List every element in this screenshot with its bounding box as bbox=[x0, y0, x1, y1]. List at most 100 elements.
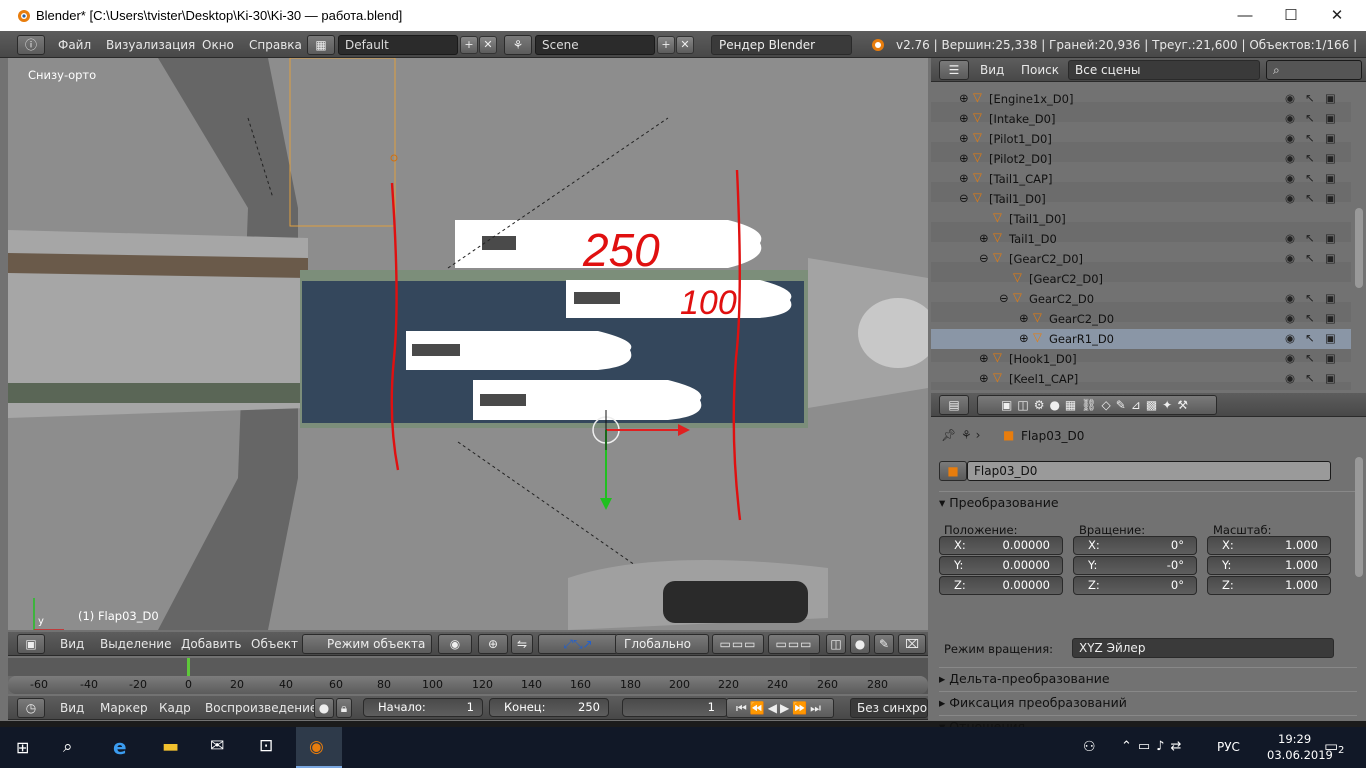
layer-lock-icon[interactable]: ◫ bbox=[826, 634, 846, 654]
expand-toggle-icon[interactable]: ⊕ bbox=[959, 171, 969, 185]
add-layout-icon[interactable]: + bbox=[460, 36, 478, 54]
eye-icon[interactable]: ◉ bbox=[1285, 311, 1295, 325]
render-icon[interactable]: ▣ bbox=[1325, 251, 1336, 265]
eye-icon[interactable]: ◉ bbox=[1285, 111, 1295, 125]
render-icon[interactable]: ▣ bbox=[1325, 131, 1336, 145]
outliner-row[interactable]: ⊕ ▽ Tail1_D0 ◉ ↖ ▣ bbox=[931, 229, 1351, 249]
expand-toggle-icon[interactable]: ⊕ bbox=[979, 371, 989, 385]
menu-window[interactable]: Окно bbox=[202, 38, 234, 52]
outliner-row[interactable]: ⊕ ▽ [Hook1_D0] ◉ ↖ ▣ bbox=[931, 349, 1351, 369]
layout-grid-icon[interactable]: ▦ bbox=[307, 35, 335, 55]
snap-icon[interactable]: ✎ bbox=[874, 634, 894, 654]
outliner-row[interactable]: ⊕ ▽ [Pilot1_D0] ◉ ↖ ▣ bbox=[931, 129, 1351, 149]
render-icon[interactable]: ▣ bbox=[1325, 371, 1336, 385]
render-icon[interactable]: ▣ bbox=[1325, 191, 1336, 205]
tray-icons[interactable]: ⌃▭♪⇄ bbox=[1121, 739, 1187, 754]
viewport-menu-select[interactable]: Выделение bbox=[100, 637, 171, 651]
expand-toggle-icon[interactable]: ⊖ bbox=[959, 191, 969, 205]
outliner-row[interactable]: ⊖ ▽ GearC2_D0 ◉ ↖ ▣ bbox=[931, 289, 1351, 309]
panel-transform-locks[interactable]: ▸ Фиксация преобразований bbox=[939, 691, 1357, 713]
eye-icon[interactable]: ◉ bbox=[1285, 291, 1295, 305]
remove-layout-icon[interactable]: ✕ bbox=[479, 36, 497, 54]
taskbar-blender-app[interactable]: ◉ bbox=[296, 727, 342, 768]
scale-field[interactable]: X: 1.000 bbox=[1207, 536, 1331, 555]
cursor-icon[interactable]: ↖ bbox=[1305, 151, 1315, 165]
eye-icon[interactable]: ◉ bbox=[1285, 371, 1295, 385]
outliner-editor-type-icon[interactable]: ☰ bbox=[939, 60, 969, 80]
menu-help[interactable]: Справка bbox=[249, 38, 302, 52]
sync-select[interactable]: Без синхрониз bbox=[850, 698, 928, 718]
cursor-icon[interactable]: ↖ bbox=[1305, 91, 1315, 105]
close-button[interactable]: ✕ bbox=[1314, 0, 1360, 31]
expand-toggle-icon[interactable]: ⊕ bbox=[1019, 331, 1029, 345]
eye-icon[interactable]: ◉ bbox=[1285, 191, 1295, 205]
render-icon[interactable]: ▣ bbox=[1325, 351, 1336, 365]
eye-icon[interactable]: ◉ bbox=[1285, 171, 1295, 185]
rotation-field[interactable]: Y: -0° bbox=[1073, 556, 1197, 575]
transform-manipulators-icon[interactable]: ⤢⤡↗ bbox=[538, 634, 618, 654]
rotation-field[interactable]: Z: 0° bbox=[1073, 576, 1197, 595]
panel-delta-transform[interactable]: ▸ Дельта-преобразование bbox=[939, 667, 1357, 689]
keying-lock-icon[interactable]: 🔒︎ bbox=[336, 698, 352, 718]
render-icon[interactable]: ▣ bbox=[1325, 231, 1336, 245]
cursor-icon[interactable]: ↖ bbox=[1305, 351, 1315, 365]
add-scene-icon[interactable]: + bbox=[657, 36, 675, 54]
layers-grid-2-icon[interactable]: ▭▭▭ bbox=[768, 634, 820, 654]
properties-context-tabs[interactable]: ▣◫⚙●▦⛓◇✎⊿▩✦⚒ bbox=[977, 395, 1217, 415]
editor-type-cube-icon[interactable]: ▣ bbox=[17, 634, 45, 654]
clock-time[interactable]: 19:29 bbox=[1278, 732, 1311, 746]
location-field[interactable]: Z: 0.00000 bbox=[939, 576, 1063, 595]
opengl-render-icon[interactable]: ⌧ bbox=[898, 634, 926, 654]
expand-toggle-icon[interactable]: ⊕ bbox=[959, 91, 969, 105]
eye-icon[interactable]: ◉ bbox=[1285, 251, 1295, 265]
search-icon[interactable]: ⌕ bbox=[63, 737, 73, 757]
timeline-editor-type-icon[interactable]: ◷ bbox=[17, 698, 45, 718]
render-icon[interactable]: ▣ bbox=[1325, 151, 1336, 165]
outliner-row[interactable]: ⊕ ▽ [Pilot2_D0] ◉ ↖ ▣ bbox=[931, 149, 1351, 169]
expand-toggle-icon[interactable]: ⊕ bbox=[959, 131, 969, 145]
cursor-icon[interactable]: ↖ bbox=[1305, 191, 1315, 205]
expand-toggle-icon[interactable]: ⊕ bbox=[1019, 311, 1029, 325]
cursor-icon[interactable]: ↖ bbox=[1305, 131, 1315, 145]
timeline-menu-frame[interactable]: Кадр bbox=[159, 701, 191, 715]
rotation-mode-select[interactable]: XYZ Эйлер bbox=[1072, 638, 1334, 658]
eye-icon[interactable]: ◉ bbox=[1285, 151, 1295, 165]
layout-field[interactable]: Default bbox=[338, 35, 458, 55]
file-explorer-icon[interactable]: ▬ bbox=[162, 736, 179, 757]
scene-icon[interactable]: ⚘ bbox=[504, 35, 532, 55]
outliner-search-input[interactable]: ⌕ bbox=[1266, 60, 1362, 80]
location-field[interactable]: Y: 0.00000 bbox=[939, 556, 1063, 575]
timeline-scrollbar[interactable]: -60 -40 -20 0 20 40 60 80 100 120 140 16… bbox=[8, 676, 928, 694]
viewport-menu-view[interactable]: Вид bbox=[60, 637, 84, 651]
cursor-icon[interactable]: ↖ bbox=[1305, 111, 1315, 125]
render-icon[interactable]: ▣ bbox=[1325, 111, 1336, 125]
outliner-row[interactable]: ▽ [Tail1_D0] bbox=[931, 209, 1351, 229]
outliner-row[interactable]: ⊖ ▽ [GearC2_D0] ◉ ↖ ▣ bbox=[931, 249, 1351, 269]
rotation-field[interactable]: X: 0° bbox=[1073, 536, 1197, 555]
outliner[interactable]: ☰ Вид Поиск Все сцены ⌕ ⊕ ▽ [Engine1x_D0] ◉… bbox=[931, 58, 1366, 390]
cursor-icon[interactable]: ↖ bbox=[1305, 311, 1315, 325]
object-name-input[interactable]: Flap03_D0 bbox=[967, 461, 1331, 481]
outliner-menu-view[interactable]: Вид bbox=[980, 63, 1004, 77]
outliner-row[interactable]: ⊕ ▽ GearR1_D0 ◉ ↖ ▣ bbox=[931, 329, 1351, 349]
expand-toggle-icon[interactable]: ⊕ bbox=[959, 151, 969, 165]
people-icon[interactable]: ⚇ bbox=[1083, 739, 1096, 755]
render-icon[interactable]: ▣ bbox=[1325, 291, 1336, 305]
edge-browser-icon[interactable]: e bbox=[113, 735, 127, 759]
expand-toggle-icon[interactable]: ⊖ bbox=[999, 291, 1009, 305]
minimize-button[interactable]: — bbox=[1222, 0, 1268, 31]
pin-icon[interactable]: 📌︎ bbox=[941, 428, 956, 442]
expand-toggle-icon[interactable]: ⊕ bbox=[979, 351, 989, 365]
mode-select[interactable]: Режим объекта bbox=[302, 634, 432, 654]
frame-start-field[interactable]: Начало: 1 bbox=[363, 698, 483, 717]
outliner-menu-search[interactable]: Поиск bbox=[1021, 63, 1059, 77]
layers-grid-icon[interactable]: ▭▭▭ bbox=[712, 634, 764, 654]
cursor-icon[interactable]: ↖ bbox=[1305, 291, 1315, 305]
manipulator-icon[interactable]: ⇋ bbox=[511, 634, 533, 654]
location-field[interactable]: X: 0.00000 bbox=[939, 536, 1063, 555]
outliner-row[interactable]: ▽ [GearC2_D0] bbox=[931, 269, 1351, 289]
eye-icon[interactable]: ◉ bbox=[1285, 91, 1295, 105]
notifications-icon[interactable]: ▭ bbox=[1324, 737, 1338, 755]
expand-toggle-icon[interactable]: ⊕ bbox=[979, 231, 989, 245]
clock-date[interactable]: 03.06.2019 bbox=[1267, 748, 1333, 762]
